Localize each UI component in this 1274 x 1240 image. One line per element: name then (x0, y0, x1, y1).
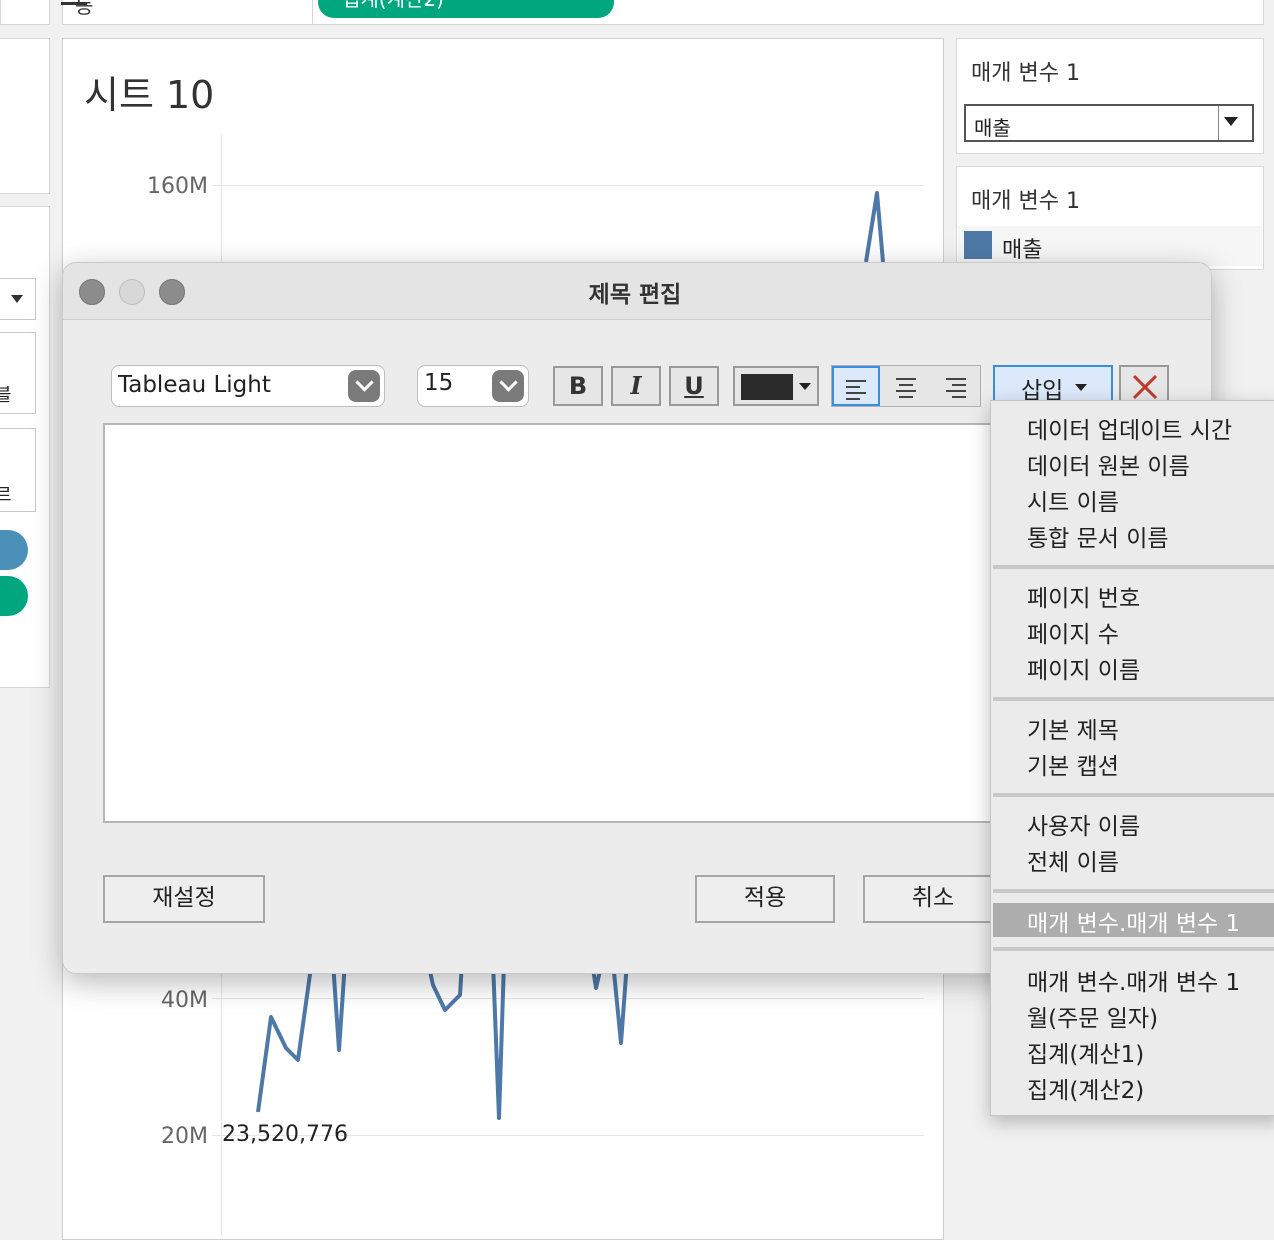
menu-separator (993, 697, 1274, 701)
title-text-editor[interactable] (103, 423, 1003, 823)
select-divider (1218, 106, 1219, 140)
font-size-select[interactable]: 15 (417, 365, 529, 407)
sales-series-line (256, 959, 314, 1113)
menu-item-page-count[interactable]: 페이지 수 (1027, 615, 1119, 649)
min-value-label: 23,520,776 (222, 1122, 348, 1147)
sales-series-line (864, 191, 885, 263)
menu-item-agg-calc1[interactable]: 집계(계산1) (1027, 1035, 1144, 1069)
chevron-down-icon (799, 383, 811, 390)
menu-item-parameter[interactable]: 매개 변수.매개 변수 1 (1027, 963, 1240, 997)
menu-item-data-source-name[interactable]: 데이터 원본 이름 (1027, 447, 1190, 481)
chevron-down-icon (355, 373, 374, 392)
font-family-dropdown[interactable] (348, 370, 380, 402)
underline-button[interactable]: U (669, 366, 719, 406)
sales-series-line (491, 961, 506, 1120)
menu-item-default-caption[interactable]: 기본 캡션 (1027, 747, 1119, 781)
font-family-select[interactable]: Tableau Light (111, 365, 385, 407)
menu-separator (993, 889, 1274, 893)
reset-button[interactable]: 재설정 (103, 875, 265, 923)
cancel-button[interactable]: 취소 (863, 875, 1003, 923)
menu-item-page-name[interactable]: 페이지 이름 (1027, 651, 1140, 685)
menu-item-workbook-name[interactable]: 통합 문서 이름 (1027, 519, 1169, 553)
menu-item-month-order-date[interactable]: 월(주문 일자) (1027, 999, 1158, 1033)
menu-item-sheet-name[interactable]: 시트 이름 (1027, 483, 1119, 517)
menu-separator (993, 793, 1274, 797)
align-center-button[interactable] (882, 366, 930, 406)
legend-label: 매출 (1002, 238, 1043, 263)
font-family-value: Tableau Light (118, 372, 271, 398)
align-left-button[interactable] (832, 366, 880, 406)
menu-item-agg-calc2[interactable]: 집계(계산2) (1027, 1071, 1144, 1105)
parameter-select[interactable]: 매출 (964, 104, 1254, 142)
alignment-group (831, 365, 981, 407)
menu-item-default-title[interactable]: 기본 제목 (1027, 711, 1119, 745)
sales-series-line (331, 961, 347, 1052)
legend-title: 매개 변수 1 (971, 189, 1080, 214)
dialog-title: 제목 편집 (588, 282, 682, 308)
italic-button[interactable]: I (611, 366, 661, 406)
apply-button[interactable]: 적용 (695, 875, 835, 923)
align-right-button[interactable] (932, 366, 980, 406)
menu-separator (993, 947, 1274, 951)
text-color-picker[interactable] (733, 366, 819, 406)
parameter-select-value: 매출 (974, 116, 1011, 140)
chevron-down-icon (1224, 117, 1238, 126)
parameter-title: 매개 변수 1 (971, 61, 1080, 86)
menu-item-full-name[interactable]: 전체 이름 (1027, 843, 1119, 877)
chevron-down-icon (499, 373, 518, 392)
close-icon (1132, 374, 1158, 400)
menu-separator (993, 565, 1274, 569)
menu-item-parameter-highlighted[interactable]: 매개 변수.매개 변수 1 (1027, 904, 1240, 938)
menu-item-user-name[interactable]: 사용자 이름 (1027, 807, 1140, 841)
color-swatch (741, 374, 793, 400)
sales-series-line (611, 961, 629, 1045)
legend-swatch (964, 231, 992, 259)
bold-button[interactable]: B (553, 366, 603, 406)
font-size-dropdown[interactable] (492, 370, 524, 402)
font-size-value: 15 (424, 370, 454, 396)
chevron-down-icon (1075, 384, 1087, 391)
menu-item-data-update-time[interactable]: 데이터 업데이트 시간 (1027, 411, 1232, 445)
insert-menu: 데이터 업데이트 시간 데이터 원본 이름 시트 이름 통합 문서 이름 페이지… (990, 400, 1274, 1116)
menu-item-page-number[interactable]: 페이지 번호 (1027, 579, 1140, 613)
